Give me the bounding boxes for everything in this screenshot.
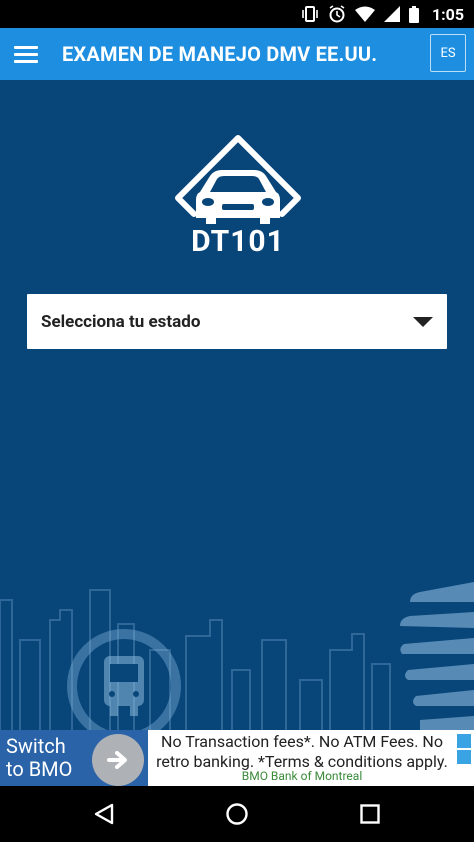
ad-close-icon[interactable]: [457, 750, 471, 764]
ad-main-text: No Transaction fees*. No ATM Fees. No re…: [156, 732, 448, 771]
nav-bar: [0, 786, 474, 842]
wifi-icon: [354, 6, 375, 22]
ad-arrow-button[interactable]: [92, 734, 144, 786]
logo-text: DT101: [191, 224, 285, 259]
home-icon[interactable]: [225, 802, 249, 826]
state-select[interactable]: Selecciona tu estado: [27, 294, 447, 349]
app-title: EXAMEN DE MANEJO DMV EE.UU.: [62, 42, 378, 66]
dropdown-arrow-icon: [413, 316, 433, 327]
hamburger-menu-icon[interactable]: [8, 36, 44, 72]
app-bar: EXAMEN DE MANEJO DMV EE.UU. ES: [0, 28, 474, 80]
alarm-icon: [329, 5, 345, 23]
ad-sponsor: BMO Bank of Montreal: [241, 769, 363, 783]
recents-icon[interactable]: [358, 802, 382, 826]
vibrate-icon: [302, 6, 318, 22]
battery-icon: [408, 5, 419, 23]
state-select-label: Selecciona tu estado: [41, 311, 201, 332]
arrow-right-icon: [107, 751, 127, 769]
status-time: 1:05: [431, 4, 464, 24]
ad-choices-icon[interactable]: [457, 734, 471, 748]
language-button[interactable]: ES: [430, 34, 466, 72]
cityscape-illustration: [0, 582, 474, 730]
main-content: DT101 Selecciona tu estado: [0, 80, 474, 730]
status-icons: 1:05: [301, 4, 464, 24]
signal-icon: [383, 6, 400, 22]
ad-switch-text: Switch to BMO: [6, 734, 73, 781]
back-icon[interactable]: [92, 802, 116, 826]
ad-banner[interactable]: Switch to BMO No Transaction fees*. No A…: [0, 730, 474, 786]
status-bar: 1:05: [0, 0, 474, 28]
